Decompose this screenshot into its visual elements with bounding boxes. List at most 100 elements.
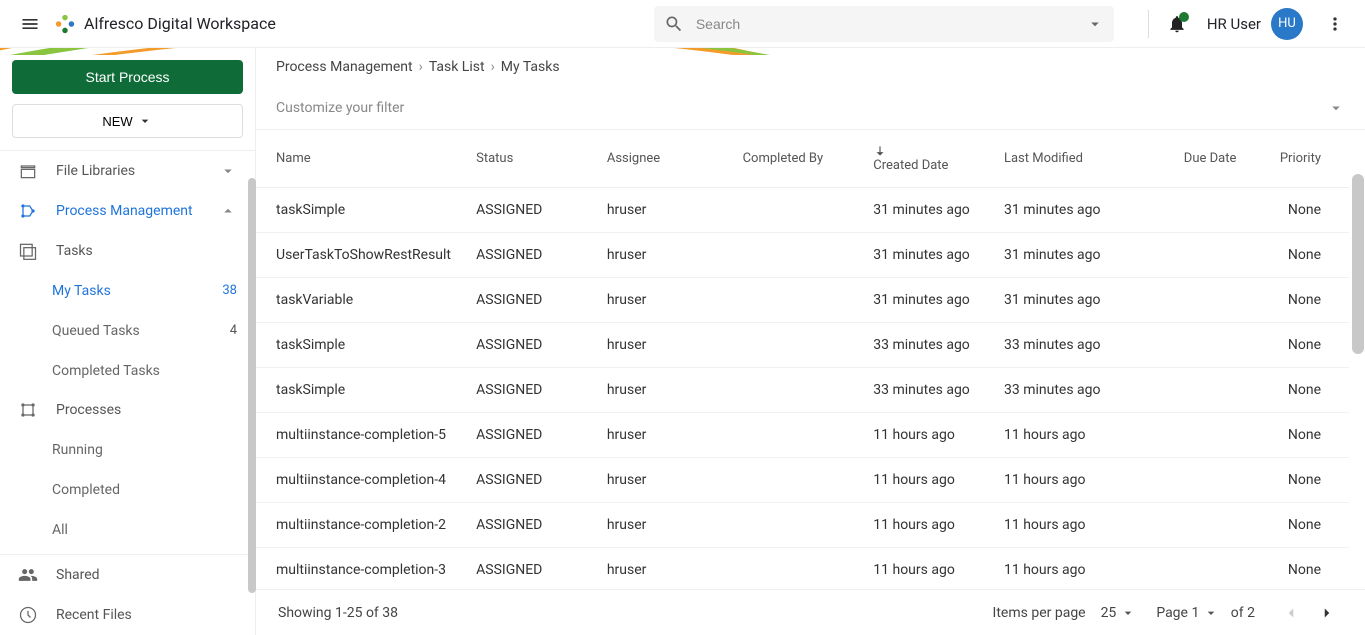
cell-priority: None — [1248, 278, 1349, 323]
sidebar-label: Running — [52, 442, 103, 458]
cell-priority: None — [1248, 368, 1349, 413]
cell-name: taskSimple — [256, 368, 464, 413]
notification-dot-icon — [1179, 12, 1189, 22]
cell-assignee: hruser — [595, 548, 731, 590]
breadcrumb-item[interactable]: Process Management — [276, 59, 413, 75]
cell-assignee: hruser — [595, 323, 731, 368]
avatar[interactable]: HU — [1271, 8, 1303, 40]
sidebar-item-processes[interactable]: Processes — [0, 391, 255, 431]
cell-modified: 31 minutes ago — [992, 233, 1128, 278]
sidebar-item-queued-tasks[interactable]: Queued Tasks 4 — [0, 311, 255, 351]
chevron-up-icon — [219, 202, 237, 220]
table-row[interactable]: taskSimpleASSIGNEDhruser33 minutes ago33… — [256, 368, 1349, 413]
prev-page-button[interactable] — [1275, 597, 1307, 629]
table-scrollbar[interactable] — [1352, 174, 1364, 354]
start-process-button[interactable]: Start Process — [12, 60, 243, 94]
search-input[interactable] — [696, 16, 1086, 32]
username-label: HR User — [1207, 15, 1261, 33]
column-name[interactable]: Name — [256, 130, 464, 188]
sidebar-item-my-tasks[interactable]: My Tasks 38 — [0, 271, 255, 311]
cell-priority: None — [1248, 413, 1349, 458]
column-due-date[interactable]: Due Date — [1128, 130, 1249, 188]
cell-modified: 11 hours ago — [992, 548, 1128, 590]
hamburger-menu-button[interactable] — [12, 6, 48, 42]
table-row[interactable]: multiinstance-completion-2ASSIGNEDhruser… — [256, 503, 1349, 548]
sidebar-label: Processes — [56, 402, 121, 418]
count-badge: 38 — [222, 283, 237, 298]
expand-filter-button[interactable] — [1327, 99, 1345, 117]
breadcrumb-item[interactable]: Task List — [429, 59, 485, 75]
cell-modified: 31 minutes ago — [992, 188, 1128, 233]
cell-created: 33 minutes ago — [861, 323, 992, 368]
search-box[interactable] — [654, 6, 1114, 42]
new-button[interactable]: NEW — [12, 104, 243, 138]
sidebar-item-completed[interactable]: Completed — [0, 470, 255, 510]
cell-completed-by — [731, 323, 862, 368]
table-row[interactable]: multiinstance-completion-4ASSIGNEDhruser… — [256, 458, 1349, 503]
processes-icon — [18, 400, 42, 420]
sidebar-item-completed-tasks[interactable]: Completed Tasks — [0, 351, 255, 391]
cell-created: 31 minutes ago — [861, 188, 992, 233]
cell-name: taskVariable — [256, 278, 464, 323]
column-completed-by[interactable]: Completed By — [731, 130, 862, 188]
sidebar-item-shared[interactable]: Shared — [0, 555, 255, 595]
sidebar-scrollbar[interactable] — [248, 178, 256, 593]
cell-created: 31 minutes ago — [861, 233, 992, 278]
sidebar-label: File Libraries — [56, 163, 135, 179]
more-menu-button[interactable] — [1317, 6, 1353, 42]
chevron-left-icon — [1282, 604, 1300, 622]
search-dropdown-icon[interactable] — [1086, 15, 1104, 33]
new-button-label: NEW — [102, 114, 132, 129]
items-per-page[interactable]: Items per page 25 — [993, 605, 1137, 621]
sidebar-label: Tasks — [56, 243, 93, 259]
count-badge: 4 — [230, 323, 237, 338]
column-created-date[interactable]: Created Date — [861, 130, 992, 188]
cell-assignee: hruser — [595, 458, 731, 503]
next-page-button[interactable] — [1311, 597, 1343, 629]
pagination-showing: Showing 1-25 of 38 — [278, 605, 398, 621]
cell-created: 11 hours ago — [861, 548, 992, 590]
sidebar-label: Shared — [56, 567, 100, 583]
cell-completed-by — [731, 458, 862, 503]
page-selector[interactable]: Page 1 of 2 — [1156, 605, 1255, 621]
table-row[interactable]: multiinstance-completion-5ASSIGNEDhruser… — [256, 413, 1349, 458]
cell-created: 11 hours ago — [861, 413, 992, 458]
cell-due — [1128, 413, 1249, 458]
cell-modified: 33 minutes ago — [992, 323, 1128, 368]
column-priority[interactable]: Priority — [1248, 130, 1349, 188]
cell-due — [1128, 503, 1249, 548]
table-row[interactable]: taskVariableASSIGNEDhruser31 minutes ago… — [256, 278, 1349, 323]
people-icon — [18, 565, 42, 585]
column-last-modified[interactable]: Last Modified — [992, 130, 1128, 188]
column-status[interactable]: Status — [464, 130, 595, 188]
cell-created: 31 minutes ago — [861, 278, 992, 323]
sidebar-item-tasks[interactable]: Tasks — [0, 231, 255, 271]
cell-status: ASSIGNED — [464, 413, 595, 458]
chevron-down-icon — [1120, 605, 1136, 621]
table-row[interactable]: taskSimpleASSIGNEDhruser31 minutes ago31… — [256, 188, 1349, 233]
chevron-right-icon — [1318, 604, 1336, 622]
sidebar-item-process-management[interactable]: Process Management — [0, 191, 255, 231]
sidebar-item-recent-files[interactable]: Recent Files — [0, 595, 255, 635]
column-assignee[interactable]: Assignee — [595, 130, 731, 188]
cell-modified: 11 hours ago — [992, 458, 1128, 503]
sidebar-item-file-libraries[interactable]: File Libraries — [0, 151, 255, 191]
chevron-down-icon — [137, 113, 153, 129]
cell-due — [1128, 188, 1249, 233]
chevron-down-icon — [219, 162, 237, 180]
table-row[interactable]: multiinstance-completion-3ASSIGNEDhruser… — [256, 548, 1349, 590]
cell-status: ASSIGNED — [464, 503, 595, 548]
sidebar-item-all[interactable]: All — [0, 510, 255, 550]
tasks-table: Name Status Assignee Completed By Create… — [256, 130, 1349, 589]
breadcrumb-item: My Tasks — [501, 59, 560, 75]
table-row[interactable]: UserTaskToShowRestResultASSIGNEDhruser31… — [256, 233, 1349, 278]
table-row[interactable]: taskSimpleASSIGNEDhruser33 minutes ago33… — [256, 323, 1349, 368]
cell-name: multiinstance-completion-5 — [256, 413, 464, 458]
notifications-button[interactable] — [1167, 14, 1187, 34]
alfresco-logo-icon — [54, 13, 76, 35]
cell-priority: None — [1248, 503, 1349, 548]
filter-placeholder[interactable]: Customize your filter — [276, 100, 404, 116]
sidebar-item-running[interactable]: Running — [0, 430, 255, 470]
sidebar-label: Process Management — [56, 203, 193, 219]
cell-status: ASSIGNED — [464, 278, 595, 323]
